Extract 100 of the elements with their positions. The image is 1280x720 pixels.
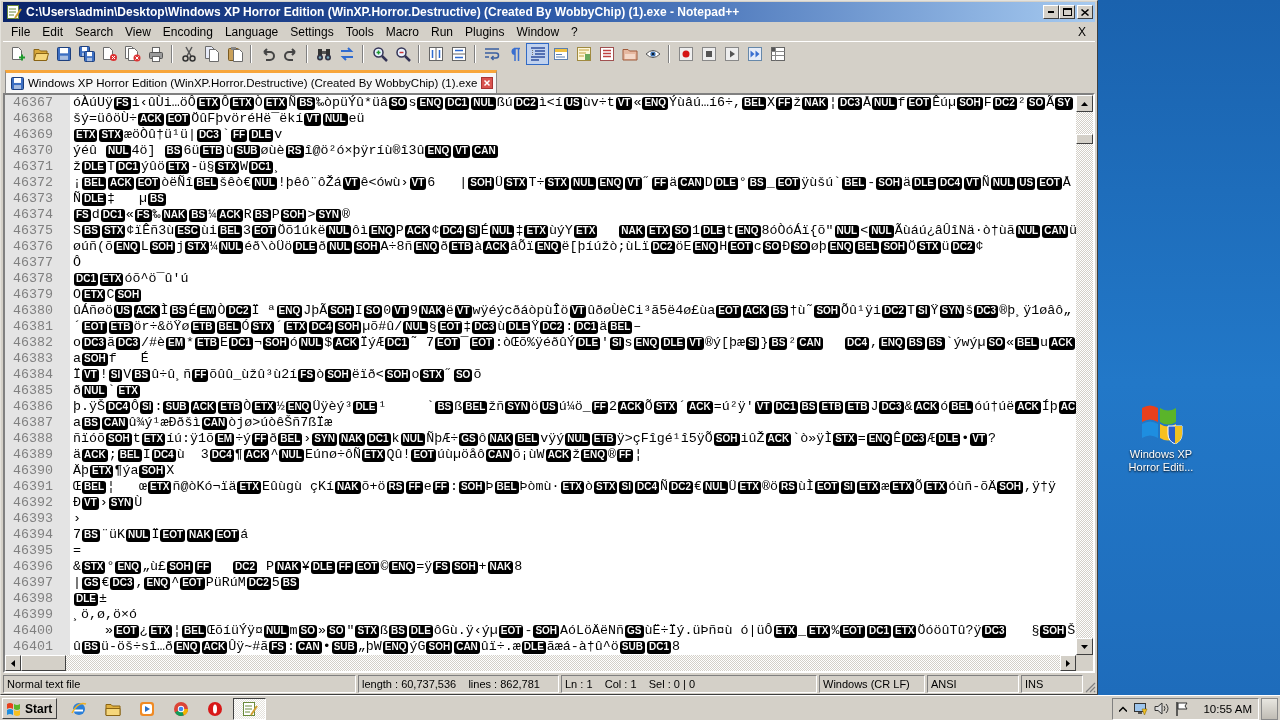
- control-character: SOH: [263, 336, 289, 350]
- flag-icon[interactable]: [1175, 701, 1190, 716]
- binary-text: »: [318, 623, 327, 639]
- horizontal-scrollbar[interactable]: [5, 655, 1076, 671]
- control-character: NUL: [834, 224, 860, 238]
- binary-text: ë[þíúžò;ùLï: [561, 239, 650, 255]
- binary-text: 8: [671, 639, 680, 655]
- binary-text: óÀúUÿ: [73, 95, 113, 111]
- caret-icon[interactable]: [1119, 705, 1128, 712]
- desktop-icon-label[interactable]: Windows XP Horror Editi...: [1118, 448, 1204, 474]
- menu-item[interactable]: Window: [510, 23, 566, 40]
- control-character: DC3: [902, 432, 927, 446]
- control-character: DC4: [106, 400, 130, 414]
- file-type-label: Normal text file: [3, 675, 356, 693]
- control-character: ETX: [230, 96, 254, 110]
- binary-text: S: [73, 223, 81, 239]
- binary-text: ü: [1068, 223, 1077, 239]
- control-character: DC1: [116, 160, 140, 174]
- scroll-down-button[interactable]: [1076, 638, 1093, 655]
- text-editor[interactable]: [3, 93, 1095, 673]
- menu-item[interactable]: ?: [565, 23, 584, 40]
- binary-text: m: [289, 623, 298, 639]
- binary-text: „ù£: [142, 559, 167, 575]
- close-document-button[interactable]: X: [1072, 23, 1092, 40]
- binary-text: ä: [903, 175, 911, 191]
- scrollbar-thumb[interactable]: [21, 655, 66, 671]
- minimize-button[interactable]: [1043, 5, 1059, 19]
- scroll-right-button[interactable]: [1060, 655, 1076, 671]
- control-character: DC2: [540, 320, 565, 334]
- control-character: EOT: [437, 320, 463, 334]
- scroll-left-button[interactable]: [5, 655, 21, 671]
- start-button[interactable]: Start: [2, 698, 58, 719]
- binary-text: P: [271, 207, 280, 223]
- control-character: ETX: [263, 96, 288, 110]
- zoom-in-icon: [371, 46, 388, 62]
- binary-text: óú†úë: [974, 399, 1015, 415]
- menu-item[interactable]: Language: [218, 23, 285, 40]
- menu-item[interactable]: Encoding: [156, 23, 219, 40]
- menu-item[interactable]: Run: [425, 23, 460, 40]
- scroll-up-button[interactable]: [1076, 95, 1093, 112]
- menu-item[interactable]: View: [119, 23, 157, 40]
- document-tab[interactable]: Windows XP Horror Edition (WinXP.Horror.Destructive) (Created By WobbyChip) (1).exe: [5, 70, 498, 93]
- control-character: ACK: [687, 400, 713, 414]
- panel-icon: [552, 46, 569, 62]
- menu-item[interactable]: Macro: [379, 23, 425, 40]
- menu-item[interactable]: File: [5, 23, 37, 40]
- binary-text: Íþ: [1041, 399, 1058, 415]
- control-character: DC1: [445, 96, 470, 110]
- binary-text: Ð: [782, 239, 791, 255]
- clock[interactable]: 10:55 AM: [1203, 702, 1252, 715]
- binary-text: Œ: [73, 479, 81, 495]
- control-character: ETX: [806, 624, 831, 638]
- binary-text: ‡: [463, 319, 472, 335]
- control-character: SO: [327, 624, 346, 638]
- control-character: DC3: [472, 320, 497, 334]
- browser-icon[interactable]: [173, 700, 190, 717]
- control-character: VT: [964, 176, 981, 190]
- line-number: 46375: [13, 223, 53, 239]
- line-number: 46388: [13, 431, 53, 447]
- control-character: US: [1017, 176, 1036, 190]
- speaker-icon[interactable]: [1154, 701, 1170, 716]
- maximize-button[interactable]: [1059, 5, 1075, 19]
- binary-text: µõ#û/: [362, 319, 403, 335]
- menu-item[interactable]: Plugins: [459, 23, 511, 40]
- globe-icon[interactable]: [71, 700, 88, 717]
- control-character: FS: [114, 96, 131, 110]
- control-character: FF: [651, 176, 669, 190]
- control-character: STX: [99, 128, 123, 142]
- binary-text: =ú²ÿ': [713, 399, 754, 415]
- vertical-scrollbar[interactable]: [1076, 95, 1093, 655]
- indent-guide-button[interactable]: [526, 43, 549, 65]
- media-player-icon[interactable]: [139, 700, 156, 717]
- taskbar-button[interactable]: [233, 697, 267, 720]
- binary-text: ¦: [173, 623, 181, 639]
- control-character: ETX: [196, 96, 221, 110]
- control-character: VT: [342, 176, 360, 190]
- menu-item[interactable]: Search: [69, 23, 120, 40]
- fast-forward-icon: [746, 46, 763, 62]
- close-button[interactable]: [1077, 5, 1093, 19]
- binary-text: 9: [410, 303, 419, 319]
- control-character: SOH: [713, 432, 740, 446]
- scrollbar-thumb[interactable]: [1076, 134, 1093, 144]
- line-number: 46395: [13, 543, 53, 559]
- binary-text: ®ö: [762, 479, 778, 495]
- show-desktop-button[interactable]: [1261, 697, 1278, 720]
- control-character: BS: [297, 96, 316, 110]
- control-character: DC1: [384, 336, 409, 350]
- control-character: BS: [82, 528, 100, 542]
- control-character: EOT: [160, 528, 186, 542]
- menu-item[interactable]: Tools: [339, 23, 380, 40]
- ring-icon[interactable]: [207, 700, 224, 717]
- close-icon[interactable]: [481, 77, 494, 89]
- binary-text: ": [346, 623, 355, 639]
- control-character: BEL: [182, 624, 206, 638]
- network-icon[interactable]: [1133, 701, 1149, 716]
- menu-item[interactable]: Settings: [284, 23, 340, 40]
- line-number: 46377: [13, 255, 53, 271]
- control-character: BEL: [117, 448, 142, 462]
- menu-item[interactable]: Edit: [36, 23, 70, 40]
- control-character: SUB: [331, 640, 357, 654]
